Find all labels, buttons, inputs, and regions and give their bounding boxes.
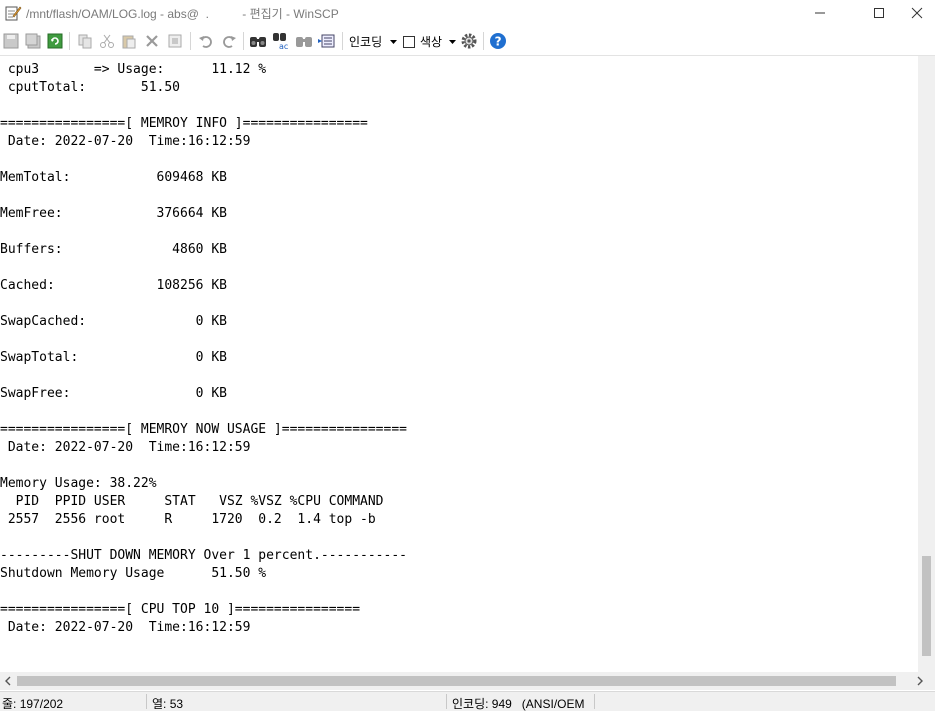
- chevron-down-icon[interactable]: [390, 40, 397, 45]
- redo-icon: [223, 36, 236, 48]
- undo-icon: [199, 36, 212, 48]
- replace-button[interactable]: ac: [271, 31, 291, 51]
- svg-text:ac: ac: [279, 42, 288, 50]
- goto-line-icon: [318, 34, 335, 48]
- editor-line: ---------SHUT DOWN MEMORY Over 1 percent…: [0, 548, 407, 563]
- editor-line: MemFree: 376664 KB: [0, 206, 227, 221]
- editor-line: cputTotal: 51.50: [0, 80, 181, 95]
- editor-line: SwapFree: 0 KB: [0, 386, 227, 401]
- paste-icon: [122, 35, 136, 49]
- reload-icon: [47, 33, 63, 49]
- editor-line: Shutdown Memory Usage 51.50 %: [0, 566, 267, 581]
- editor-line: ================[ MEMROY INFO ]=========…: [0, 116, 368, 131]
- find-icon: [250, 37, 266, 47]
- status-encoding: 인코딩: 949 (ANSI/OEM: [452, 697, 585, 711]
- redo-button[interactable]: [219, 31, 239, 51]
- minimize-icon: [815, 12, 825, 14]
- toolbar: ac 인코딩 색상 ?: [0, 27, 935, 56]
- goto-line-button[interactable]: [317, 31, 337, 51]
- status-column-position: 열: 53: [152, 697, 184, 711]
- cut-icon: [100, 34, 114, 48]
- close-button[interactable]: [894, 0, 935, 26]
- text-editor[interactable]: cpu3 => Usage: 11.12 % cputTotal: 51.50 …: [0, 56, 918, 672]
- find-next-icon: [296, 37, 312, 47]
- editor-line: Date: 2022-07-20 Time:16:12:59: [0, 440, 251, 455]
- save-all-button[interactable]: [23, 31, 43, 51]
- editor-line: 2557 2556 root R 1720 0.2 1.4 top -b: [0, 512, 376, 527]
- editor-line: Date: 2022-07-20 Time:16:12:59: [0, 620, 251, 635]
- save-all-icon: [25, 33, 41, 49]
- gear-icon: [461, 33, 477, 49]
- copy-button[interactable]: [75, 31, 95, 51]
- find-button[interactable]: [248, 31, 268, 51]
- save-icon: [3, 33, 19, 49]
- save-button[interactable]: [1, 31, 21, 51]
- horizontal-scrollbar[interactable]: [0, 672, 935, 690]
- editor-icon: [5, 6, 22, 21]
- vertical-scrollbar[interactable]: [918, 56, 935, 672]
- editor-line: Date: 2022-07-20 Time:16:12:59: [0, 134, 251, 149]
- toolbar-separator: [190, 32, 191, 50]
- editor-line: Memory Usage: 38.22%: [0, 476, 157, 491]
- scroll-left-icon[interactable]: [4, 676, 12, 686]
- status-separator: [446, 694, 447, 709]
- svg-text:?: ?: [495, 35, 502, 49]
- delete-icon: [146, 35, 158, 47]
- encoding-dropdown[interactable]: 인코딩: [349, 33, 382, 50]
- horizontal-scroll-thumb[interactable]: [17, 676, 896, 686]
- replace-icon: ac: [273, 33, 288, 50]
- title-bar: /mnt/flash/OAM/LOG.log - abs@ . - 편집기 - …: [0, 0, 935, 26]
- undo-button[interactable]: [196, 31, 216, 51]
- toolbar-separator: [243, 32, 244, 50]
- color-checkbox[interactable]: [403, 36, 415, 48]
- close-icon: [911, 7, 923, 19]
- status-bar: 줄: 197/202 열: 53 인코딩: 949 (ANSI/OEM: [0, 691, 935, 711]
- color-dropdown[interactable]: 색상: [420, 33, 442, 50]
- editor-line: MemTotal: 609468 KB: [0, 170, 227, 185]
- scroll-right-icon[interactable]: [916, 676, 924, 686]
- cut-button[interactable]: [97, 31, 117, 51]
- editor-line: PID PPID USER STAT VSZ %VSZ %CPU COMMAND: [0, 494, 384, 509]
- status-separator: [146, 694, 147, 709]
- maximize-icon: [874, 8, 884, 18]
- editor-line: cpu3 => Usage: 11.12 %: [0, 62, 267, 77]
- toolbar-separator: [342, 32, 343, 50]
- select-all-icon: [168, 34, 182, 48]
- help-button[interactable]: ?: [488, 31, 508, 51]
- delete-button[interactable]: [142, 31, 162, 51]
- minimize-button[interactable]: [797, 0, 843, 26]
- editor-line: Cached: 108256 KB: [0, 278, 227, 293]
- help-icon: ?: [490, 33, 506, 49]
- toolbar-separator: [69, 32, 70, 50]
- chevron-down-icon[interactable]: [449, 40, 456, 45]
- vertical-scroll-thumb[interactable]: [922, 556, 931, 656]
- status-line-position: 줄: 197/202: [2, 697, 64, 711]
- editor-line: SwapTotal: 0 KB: [0, 350, 227, 365]
- editor-line: SwapCached: 0 KB: [0, 314, 227, 329]
- editor-line: ================[ MEMROY NOW USAGE ]====…: [0, 422, 407, 437]
- editor-line: ================[ CPU TOP 10 ]==========…: [0, 602, 361, 617]
- copy-icon: [78, 34, 92, 49]
- select-all-button[interactable]: [165, 31, 185, 51]
- toolbar-separator: [483, 32, 484, 50]
- find-next-button[interactable]: [294, 31, 314, 51]
- paste-button[interactable]: [119, 31, 139, 51]
- reload-button[interactable]: [45, 31, 65, 51]
- window-title: /mnt/flash/OAM/LOG.log - abs@ . - 편집기 - …: [26, 7, 339, 21]
- status-separator: [594, 694, 595, 709]
- editor-line: Buffers: 4860 KB: [0, 242, 227, 257]
- settings-button[interactable]: [459, 31, 479, 51]
